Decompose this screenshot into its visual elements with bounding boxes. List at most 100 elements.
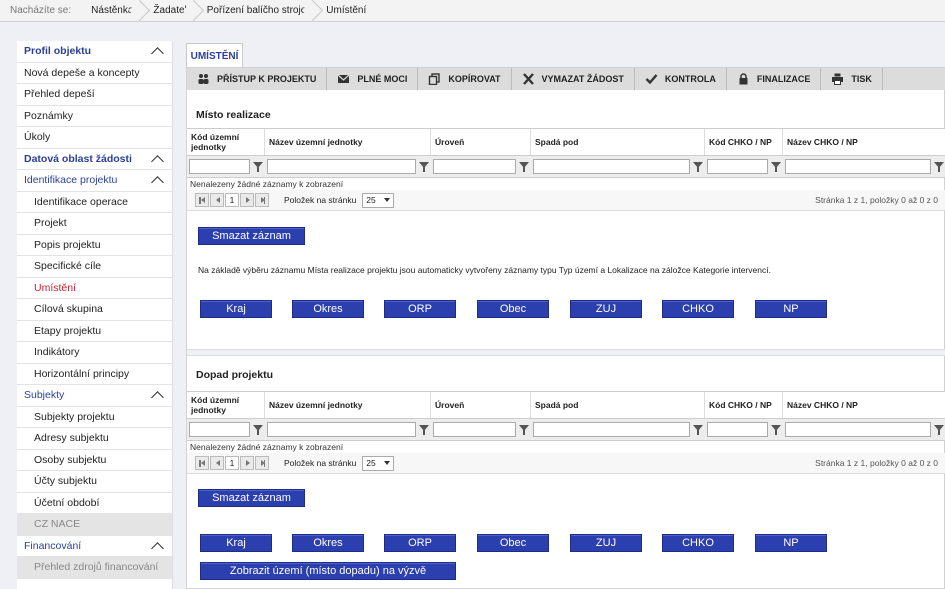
show-territory-button[interactable]: Zobrazit území (místo dopadu) na výzvě	[200, 562, 456, 580]
first-page-icon[interactable]	[195, 193, 209, 207]
sidebar-item-2[interactable]: Přehled depeší	[17, 84, 172, 106]
filter-input[interactable]	[189, 159, 250, 174]
column-header[interactable]: Spadá pod	[531, 129, 705, 155]
chevron-up-icon[interactable]	[149, 46, 165, 56]
filter-icon[interactable]	[693, 161, 703, 172]
sidebar-item-17[interactable]: Subjekty projektu	[17, 407, 172, 428]
column-header[interactable]: Název CHKO / NP	[783, 392, 945, 418]
sidebar-item-8[interactable]: Projekt	[17, 213, 172, 235]
filter-icon[interactable]	[519, 161, 529, 172]
level-button-orp[interactable]: ORP	[384, 300, 456, 318]
page-number[interactable]: 1	[225, 456, 239, 470]
level-button-zuj[interactable]: ZUJ	[570, 534, 642, 552]
filter-icon[interactable]	[693, 424, 703, 435]
filter-icon[interactable]	[771, 161, 781, 172]
sidebar-item-3[interactable]: Poznámky	[17, 106, 172, 127]
sidebar-item-6[interactable]: Identifikace projektu	[17, 170, 172, 192]
last-page-icon[interactable]	[255, 456, 269, 470]
filter-icon[interactable]	[771, 424, 781, 435]
level-button-np[interactable]: NP	[755, 534, 827, 552]
sidebar-item-18[interactable]: Adresy subjektu	[17, 428, 172, 450]
toolbar-button-mail[interactable]: PLNÉ MOCI	[327, 68, 419, 90]
level-button-chko[interactable]: CHKO	[662, 534, 734, 552]
per-page-select[interactable]: 25	[362, 192, 395, 208]
sidebar-item-21[interactable]: Účetní období	[17, 493, 172, 514]
prev-page-icon[interactable]	[210, 456, 224, 470]
sidebar-item-20[interactable]: Účty subjektu	[17, 471, 172, 493]
delete-record-button-dopad[interactable]: Smazat záznam	[198, 489, 305, 507]
sidebar-item-14[interactable]: Indikátory	[17, 342, 172, 364]
filter-icon[interactable]	[253, 424, 263, 435]
filter-icon[interactable]	[934, 424, 944, 435]
filter-input[interactable]	[533, 422, 690, 437]
filter-icon[interactable]	[253, 161, 263, 172]
level-button-okres[interactable]: Okres	[292, 300, 364, 318]
level-button-np[interactable]: NP	[755, 300, 827, 318]
breadcrumb-item-project[interactable]: Pořízení balíčho stroje	[199, 0, 319, 22]
filter-icon[interactable]	[419, 424, 429, 435]
toolbar-button-printer[interactable]: TISK	[821, 68, 883, 90]
next-page-icon[interactable]	[240, 193, 254, 207]
last-page-icon[interactable]	[255, 193, 269, 207]
level-button-zuj[interactable]: ZUJ	[570, 300, 642, 318]
level-button-obec[interactable]: Obec	[477, 534, 549, 552]
chevron-up-icon[interactable]	[149, 541, 165, 551]
chevron-up-icon[interactable]	[149, 175, 165, 185]
filter-input[interactable]	[707, 422, 768, 437]
toolbar-button-lock[interactable]: FINALIZACE	[727, 68, 822, 90]
toolbar-button-x[interactable]: VYMAZAT ŽÁDOST	[512, 68, 635, 90]
level-button-obec[interactable]: Obec	[477, 300, 549, 318]
sidebar-item-5[interactable]: Datová oblast žádosti	[17, 149, 172, 170]
per-page-select[interactable]: 25	[362, 455, 395, 471]
filter-input[interactable]	[267, 422, 416, 437]
column-header[interactable]: Název CHKO / NP	[783, 129, 945, 155]
prev-page-icon[interactable]	[210, 193, 224, 207]
toolbar-button-check[interactable]: KONTROLA	[635, 68, 727, 90]
sidebar-item-11[interactable]: Umístění	[17, 278, 172, 299]
next-page-icon[interactable]	[240, 456, 254, 470]
column-header[interactable]: Kód CHKO / NP	[705, 129, 783, 155]
sidebar-item-13[interactable]: Etapy projektu	[17, 321, 172, 342]
sidebar-item-9[interactable]: Popis projektu	[17, 235, 172, 256]
filter-input[interactable]	[785, 159, 931, 174]
filter-input[interactable]	[189, 422, 250, 437]
breadcrumb-item-applicant[interactable]: Žadatel	[145, 0, 198, 22]
sidebar-item-12[interactable]: Cílová skupina	[17, 299, 172, 321]
filter-input[interactable]	[533, 159, 690, 174]
filter-input[interactable]	[433, 422, 516, 437]
level-button-kraj[interactable]: Kraj	[200, 300, 272, 318]
filter-input[interactable]	[433, 159, 516, 174]
sidebar-item-10[interactable]: Specifické cíle	[17, 256, 172, 278]
filter-input[interactable]	[267, 159, 416, 174]
sidebar-item-16[interactable]: Subjekty	[17, 385, 172, 407]
sidebar-item-4[interactable]: Úkoly	[17, 127, 172, 149]
column-header[interactable]: Kód CHKO / NP	[705, 392, 783, 418]
sidebar-item-23[interactable]: Financování	[17, 536, 172, 557]
filter-icon[interactable]	[934, 161, 944, 172]
sidebar-item-1[interactable]: Nová depeše a koncepty	[17, 63, 172, 84]
sidebar-item-7[interactable]: Identifikace operace	[17, 192, 172, 213]
chevron-up-icon[interactable]	[149, 390, 165, 400]
column-header[interactable]: Kód územní jednotky	[187, 392, 265, 418]
sidebar-item-0[interactable]: Profil objektu	[17, 41, 172, 63]
column-header[interactable]: Název územní jednotky	[265, 129, 431, 155]
sidebar-item-15[interactable]: Horizontální principy	[17, 364, 172, 385]
breadcrumb-item-dashboard[interactable]: Nástěnka	[83, 0, 145, 22]
filter-icon[interactable]	[519, 424, 529, 435]
level-button-kraj[interactable]: Kraj	[200, 534, 272, 552]
chevron-up-icon[interactable]	[149, 154, 165, 164]
column-header[interactable]: Úroveň	[431, 392, 531, 418]
filter-input[interactable]	[785, 422, 931, 437]
level-button-chko[interactable]: CHKO	[662, 300, 734, 318]
toolbar-button-copy[interactable]: KOPÍROVAT	[418, 68, 512, 90]
toolbar-button-people[interactable]: PŘÍSTUP K PROJEKTU	[187, 68, 328, 90]
level-button-orp[interactable]: ORP	[384, 534, 456, 552]
filter-input[interactable]	[707, 159, 768, 174]
column-header[interactable]: Název územní jednotky	[265, 392, 431, 418]
delete-record-button[interactable]: Smazat záznam	[198, 227, 305, 245]
level-button-okres[interactable]: Okres	[292, 534, 364, 552]
sidebar-item-19[interactable]: Osoby subjektu	[17, 450, 172, 471]
column-header[interactable]: Spadá pod	[531, 392, 705, 418]
tab-umisteni[interactable]: UMÍSTĚNÍ	[186, 43, 243, 68]
column-header[interactable]: Úroveň	[431, 129, 531, 155]
